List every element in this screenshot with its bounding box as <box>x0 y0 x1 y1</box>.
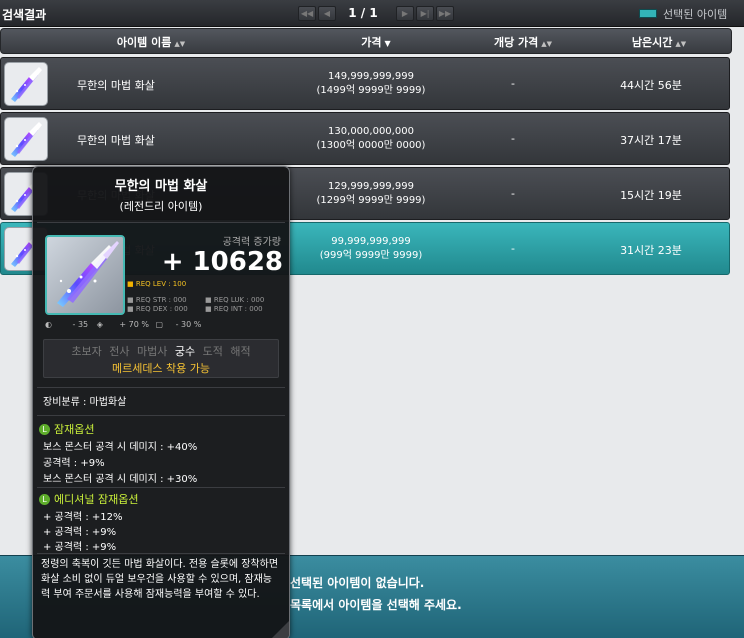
results-toolbar: 검색결과 ◀◀ ◀ 1 / 1 ▶ ▶| ▶▶ 선택된 아이템 <box>0 0 744 27</box>
table-row[interactable]: 무한의 마법 화살 149,999,999,999 (1499억 9999만 999… <box>0 57 730 110</box>
column-header-name[interactable]: 아이템 이름 ▲▼ <box>106 34 196 50</box>
prev-page-button[interactable]: ◀ <box>318 6 336 21</box>
chevron-left-icon: ◀ <box>323 9 331 18</box>
page-title: 검색결과 <box>2 8 47 22</box>
item-description: 정령의 축복이 깃든 마법 화살이다. 전용 슬롯에 장착하면 화살 소비 없이… <box>41 559 279 600</box>
req-dex: ■ REQ DEX : 000 <box>127 305 188 313</box>
legendary-badge-icon: L <box>39 494 50 505</box>
magic-arrow-icon <box>4 117 48 161</box>
next-page-button[interactable]: ▶ <box>396 6 414 21</box>
page-indicator: 1 / 1 <box>348 6 378 20</box>
job-label: 해적 <box>230 345 251 358</box>
skip-last-icon: ▶| <box>420 9 430 18</box>
price-cell: 99,999,999,999 (999억 9999만 9999) <box>319 236 423 261</box>
divider <box>37 553 285 554</box>
potential-line: 보스 몬스터 공격 시 데미지 : +40% <box>43 442 198 453</box>
unit-price-cell: - <box>511 242 515 255</box>
double-chevron-left-icon: ◀◀ <box>300 9 314 18</box>
time-left-cell: 44시간 56분 <box>620 79 682 92</box>
req-luk: ■ REQ LUK : 000 <box>205 296 265 304</box>
job-label: 마법사 <box>137 345 168 358</box>
job-label: 초보자 <box>71 345 102 358</box>
req-str: ■ REQ STR : 000 <box>127 296 187 304</box>
table-row[interactable]: 무한의 마법 화살 130,000,000,000 (1300억 0000만 000… <box>0 112 730 165</box>
table-header: 아이템 이름 ▲▼ 가격 ▼ 개당 가격 ▲▼ 남은시간 ▲▼ <box>0 28 732 54</box>
item-name: 무한의 마법 화살 <box>77 79 155 92</box>
unit-price-cell: - <box>511 187 515 200</box>
stat-icons-row: ◐ - 35 ◈ + 70 % ▢ - 30 % <box>45 320 202 329</box>
req-level: ■ REQ LEV : 100 <box>127 280 187 288</box>
time-left-cell: 15시간 19분 <box>620 189 682 202</box>
potential-line: 보스 몬스터 공격 시 데미지 : +30% <box>43 474 198 485</box>
divider <box>37 487 285 488</box>
time-left-cell: 37시간 17분 <box>620 134 682 147</box>
job-list: 초보자 전사 마법사 궁수 도적 해적 <box>44 343 278 359</box>
price-cell: 149,999,999,999 (1499억 9999만 9999) <box>316 71 426 96</box>
sort-icon: ▲▼ <box>675 40 687 48</box>
mercedes-equippable: 메르세데스 착용 가능 <box>111 362 211 375</box>
column-header-time-left[interactable]: 남은시간 ▲▼ <box>619 34 699 50</box>
empty-selection-message: 선택된 아이템이 없습니다. <box>290 576 425 590</box>
item-tooltip: 무한의 마법 화살 (레전드리 아이템) 공격력 증가량 + 10628 ■ R… <box>32 166 290 638</box>
auction-search-results: 검색결과 ◀◀ ◀ 1 / 1 ▶ ▶| ▶▶ 선택된 아이템 아이템 이름 ▲▼… <box>0 0 744 638</box>
empty-selection-hint: 목록에서 아이템을 선택해 주세요. <box>290 598 462 612</box>
defense-icon: ◐ <box>45 320 52 329</box>
legendary-badge-icon: L <box>39 424 50 435</box>
chevron-right-icon: ▶ <box>401 9 409 18</box>
sort-desc-icon: ▼ <box>384 39 391 48</box>
req-int: ■ REQ INT : 000 <box>205 305 263 313</box>
time-left-cell: 31시간 23분 <box>620 244 682 257</box>
job-requirements: 초보자 전사 마법사 궁수 도적 해적 메르세데스 착용 가능 <box>43 339 279 378</box>
magic-arrow-icon <box>4 62 48 106</box>
divider <box>37 222 285 223</box>
unit-price-cell: - <box>511 132 515 145</box>
tooltip-item-name: 무한의 마법 화살 <box>114 179 208 194</box>
price-cell: 129,999,999,999 (1299억 9999만 9999) <box>316 181 426 206</box>
column-header-unit-price[interactable]: 개당 가격 ▲▼ <box>483 34 563 50</box>
equipment-category: 장비분류 : 마법화살 <box>43 397 127 408</box>
item-name: 무한의 마법 화살 <box>77 134 155 147</box>
attack-increase-value: + 10628 <box>161 247 283 277</box>
divider <box>37 387 285 388</box>
sort-icon: ▲▼ <box>541 40 553 48</box>
speed-icon: ◈ <box>96 320 103 329</box>
selected-legend-label: 선택된 아이템 <box>663 8 728 21</box>
additional-potential-line: + 공격력 : +9% <box>43 542 117 553</box>
job-label: 전사 <box>109 345 130 358</box>
job-label: 궁수 <box>174 345 196 358</box>
additional-potential-line: + 공격력 : +9% <box>43 527 117 538</box>
job-label: 도적 <box>202 345 223 358</box>
double-chevron-right-icon: ▶▶ <box>438 9 452 18</box>
additional-potential-line: + 공격력 : +12% <box>43 512 123 523</box>
sort-icon: ▲▼ <box>174 40 186 48</box>
selected-legend-swatch <box>639 9 657 18</box>
divider <box>37 415 285 416</box>
tooltip-corner <box>270 620 289 638</box>
end-page-button[interactable]: ▶▶ <box>436 6 454 21</box>
potential-title: L 잠재옵션 <box>39 421 94 437</box>
unit-price-cell: - <box>511 77 515 90</box>
first-page-button[interactable]: ◀◀ <box>298 6 316 21</box>
magic-arrow-icon <box>45 235 125 315</box>
column-header-price[interactable]: 가격 ▼ <box>346 34 406 50</box>
additional-potential-title: L 에디셔널 잠재옵션 <box>39 491 138 507</box>
attack-increase-label: 공격력 증가량 <box>222 237 281 248</box>
tooltip-item-grade: (레전드리 아이템) <box>119 200 203 213</box>
knockback-icon: ▢ <box>155 320 164 329</box>
price-cell: 130,000,000,000 (1300억 0000만 0000) <box>316 126 426 151</box>
last-page-button[interactable]: ▶| <box>416 6 434 21</box>
potential-line: 공격력 : +9% <box>43 458 105 469</box>
